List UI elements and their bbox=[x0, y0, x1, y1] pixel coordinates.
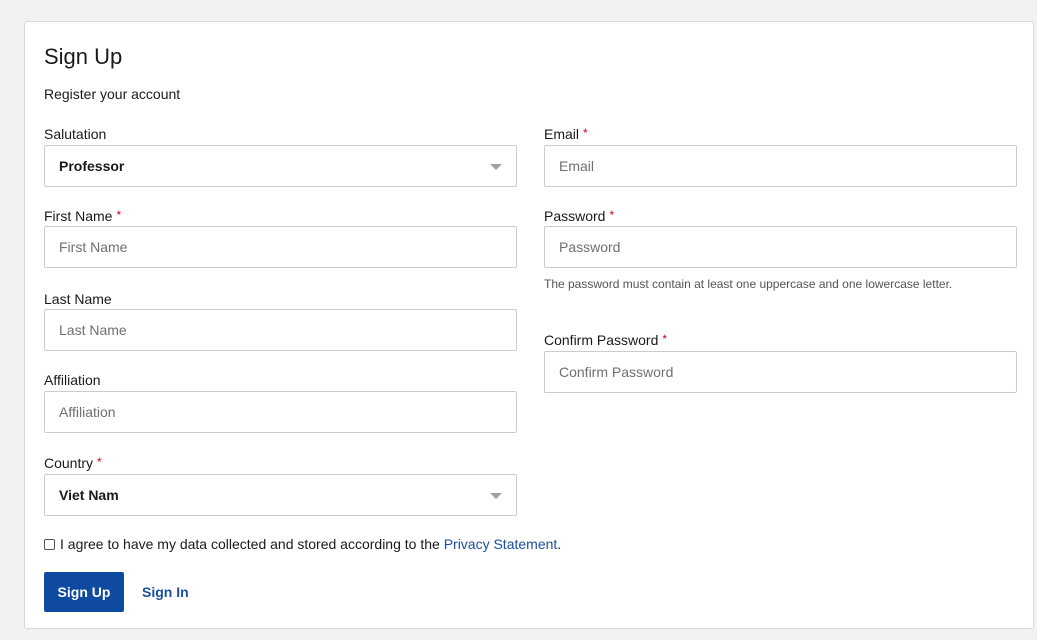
consent-text: I agree to have my data collected and st… bbox=[60, 536, 444, 552]
country-label-text: Country bbox=[44, 455, 94, 471]
last-name-box bbox=[44, 309, 517, 351]
email-label: Email * bbox=[544, 126, 588, 142]
page-title: Sign Up bbox=[44, 44, 123, 69]
privacy-statement-link[interactable]: Privacy Statement bbox=[444, 536, 558, 552]
first-name-label: First Name * bbox=[44, 208, 121, 224]
country-select[interactable]: Viet Nam bbox=[44, 474, 517, 516]
required-mark: * bbox=[662, 332, 668, 346]
confirm-password-input[interactable] bbox=[545, 352, 1016, 392]
password-label: Password * bbox=[544, 208, 614, 224]
chevron-down-icon bbox=[490, 164, 502, 170]
last-name-input[interactable] bbox=[45, 310, 516, 350]
affiliation-box bbox=[44, 391, 517, 433]
password-box bbox=[544, 226, 1017, 268]
signup-card: Sign Up Register your account Salutation… bbox=[24, 21, 1034, 629]
password-hint: The password must contain at least one u… bbox=[544, 277, 953, 291]
affiliation-label-text: Affiliation bbox=[44, 372, 101, 388]
salutation-select[interactable]: Professor bbox=[44, 145, 517, 187]
email-box bbox=[544, 145, 1017, 187]
required-mark: * bbox=[97, 455, 102, 469]
confirm-password-label: Confirm Password * bbox=[544, 332, 667, 348]
first-name-box bbox=[44, 226, 517, 268]
salutation-selected-value: Professor bbox=[59, 158, 125, 174]
salutation-label-text: Salutation bbox=[44, 126, 107, 142]
confirm-password-box bbox=[544, 351, 1017, 393]
email-input[interactable] bbox=[545, 146, 1016, 186]
consent-checkbox[interactable] bbox=[44, 538, 55, 550]
password-input[interactable] bbox=[545, 227, 1016, 267]
country-selected-value: Viet Nam bbox=[59, 487, 119, 503]
consent-suffix: . bbox=[557, 536, 562, 552]
confirm-password-label-text: Confirm Password bbox=[544, 332, 659, 348]
page-subtitle: Register your account bbox=[44, 86, 181, 102]
required-mark: * bbox=[609, 208, 615, 222]
chevron-down-icon bbox=[490, 493, 502, 499]
first-name-label-text: First Name bbox=[44, 208, 113, 224]
country-label: Country * bbox=[44, 455, 102, 471]
last-name-label-text: Last Name bbox=[44, 291, 112, 307]
affiliation-input[interactable] bbox=[45, 392, 516, 432]
last-name-label: Last Name bbox=[44, 291, 112, 307]
first-name-input[interactable] bbox=[45, 227, 516, 267]
password-label-text: Password bbox=[544, 208, 606, 224]
consent-row: I agree to have my data collected and st… bbox=[44, 536, 561, 552]
email-label-text: Email bbox=[544, 126, 580, 142]
sign-in-link[interactable]: Sign In bbox=[142, 584, 189, 600]
salutation-label: Salutation bbox=[44, 126, 106, 142]
affiliation-label: Affiliation bbox=[44, 372, 101, 388]
sign-up-button[interactable]: Sign Up bbox=[44, 572, 124, 612]
required-mark: * bbox=[116, 208, 122, 222]
required-mark: * bbox=[583, 126, 588, 140]
